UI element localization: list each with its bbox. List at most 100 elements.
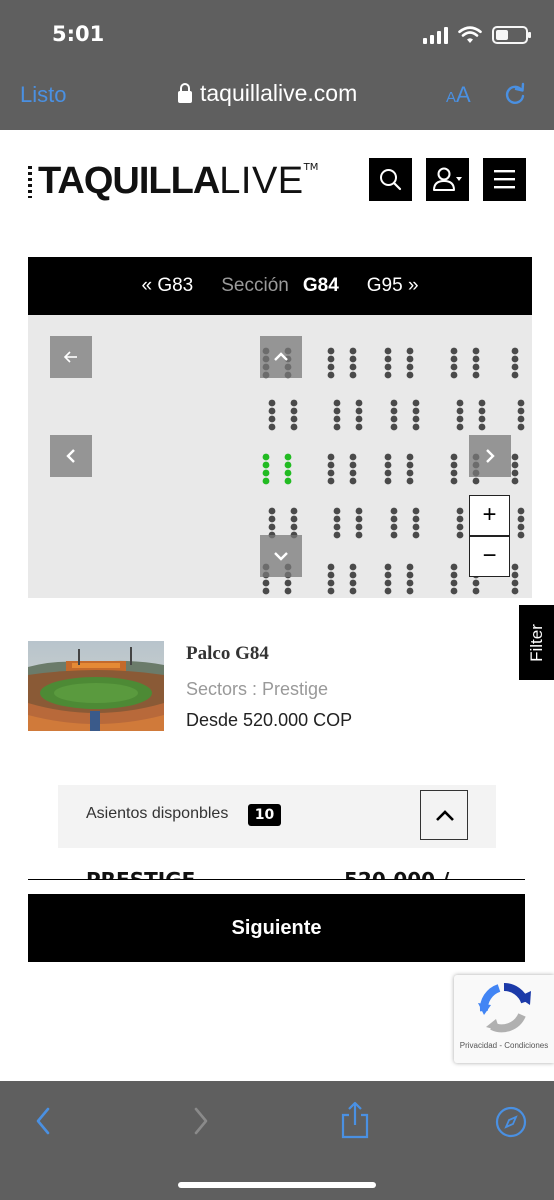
seat-unavailable <box>349 579 357 587</box>
seat-category-row[interactable]: PRESTIGE 520.000 / <box>58 848 496 879</box>
safari-top-bar: 5:01 Listo taquillalive.com AA <box>0 0 554 130</box>
seat-unavailable <box>472 347 480 355</box>
user-icon <box>433 167 462 191</box>
seat-unavailable <box>390 415 398 423</box>
seat-unavailable <box>406 371 414 379</box>
seat-unavailable <box>349 347 357 355</box>
seat-unavailable <box>406 571 414 579</box>
seat-unavailable <box>333 507 341 515</box>
seat-unavailable <box>327 453 335 461</box>
search-button[interactable] <box>369 158 412 201</box>
seat-unavailable <box>412 423 420 431</box>
seat-unavailable <box>517 507 525 515</box>
seat-unavailable <box>290 523 298 531</box>
site-header: TAQUILLALIVE TM <box>0 130 554 230</box>
compass-icon[interactable] <box>494 1105 528 1139</box>
seat-category-name: PRESTIGE <box>86 868 195 879</box>
seat-unavailable <box>517 407 525 415</box>
seat-unavailable <box>412 507 420 515</box>
seat-unavailable <box>355 515 363 523</box>
seat-unavailable <box>450 363 458 371</box>
recaptcha-links[interactable]: Privacidad - Condiciones <box>454 1041 554 1050</box>
seat-map[interactable]: + − <box>28 315 532 598</box>
seat-unavailable <box>349 363 357 371</box>
seat-unavailable <box>327 469 335 477</box>
filter-tab[interactable]: Filter <box>519 605 554 680</box>
seat-unavailable <box>517 423 525 431</box>
url-text: taquillalive.com <box>200 80 358 106</box>
seat-unavailable <box>406 563 414 571</box>
seat-unavailable <box>456 399 464 407</box>
taquillalive-logo[interactable]: TAQUILLALIVE TM <box>28 160 318 203</box>
next-section-link[interactable]: G95 » <box>367 275 419 297</box>
seat-unavailable <box>349 563 357 571</box>
forward-icon[interactable] <box>186 1101 216 1141</box>
seat-unavailable <box>472 477 480 485</box>
done-button[interactable]: Listo <box>20 82 66 108</box>
seat-unavailable <box>355 407 363 415</box>
back-button[interactable] <box>50 336 92 378</box>
zoom-out-button[interactable]: − <box>469 536 510 577</box>
seat-unavailable <box>450 579 458 587</box>
text-size-button[interactable]: AA <box>446 82 471 108</box>
menu-button[interactable] <box>483 158 526 201</box>
seat-unavailable <box>511 469 519 477</box>
seat-unavailable <box>327 363 335 371</box>
next-button[interactable]: Siguiente <box>28 894 525 962</box>
seat-category-price: 520.000 / <box>344 868 449 879</box>
collapse-seats-button[interactable] <box>420 790 468 840</box>
seat-unavailable <box>355 423 363 431</box>
stadium-image <box>28 641 164 731</box>
seat-available[interactable] <box>262 477 270 485</box>
seat-available[interactable] <box>262 469 270 477</box>
seat-unavailable <box>384 571 392 579</box>
seat-unavailable <box>456 507 464 515</box>
seat-unavailable <box>333 531 341 539</box>
back-icon[interactable] <box>28 1101 58 1141</box>
seat-unavailable <box>390 407 398 415</box>
recaptcha-badge[interactable]: Privacidad - Condiciones <box>454 975 554 1063</box>
seat-available[interactable] <box>284 477 292 485</box>
seat-available[interactable] <box>262 461 270 469</box>
account-button[interactable] <box>426 158 469 201</box>
pan-up-button[interactable] <box>260 336 302 378</box>
home-indicator <box>178 1182 376 1188</box>
seat-unavailable <box>355 507 363 515</box>
seat-unavailable <box>517 523 525 531</box>
pan-right-button[interactable] <box>469 435 511 477</box>
seat-unavailable <box>349 477 357 485</box>
seat-unavailable <box>333 515 341 523</box>
box-title: Palco G84 <box>186 643 269 664</box>
pan-left-button[interactable] <box>50 435 92 477</box>
zoom-in-button[interactable]: + <box>469 495 510 536</box>
address-bar[interactable]: taquillalive.com <box>178 80 357 107</box>
reload-icon[interactable] <box>503 82 527 106</box>
seat-unavailable <box>290 515 298 523</box>
seat-unavailable <box>478 423 486 431</box>
seat-unavailable <box>349 453 357 461</box>
lock-icon <box>178 82 192 103</box>
seat-unavailable <box>349 571 357 579</box>
previous-section-link[interactable]: « G83 <box>141 275 193 297</box>
seat-unavailable <box>384 371 392 379</box>
seat-available[interactable] <box>262 453 270 461</box>
seat-available[interactable] <box>284 469 292 477</box>
seat-unavailable <box>384 355 392 363</box>
seat-unavailable <box>268 515 276 523</box>
seat-unavailable <box>472 579 480 587</box>
seat-available[interactable] <box>284 453 292 461</box>
seat-available[interactable] <box>284 461 292 469</box>
seat-unavailable <box>290 415 298 423</box>
seat-unavailable <box>384 469 392 477</box>
seat-unavailable <box>349 587 357 595</box>
pan-down-button[interactable] <box>260 535 302 577</box>
seat-unavailable <box>450 355 458 363</box>
seat-unavailable <box>472 587 480 595</box>
seat-unavailable <box>384 453 392 461</box>
seat-unavailable <box>290 399 298 407</box>
chevron-right-icon <box>486 449 495 463</box>
seat-unavailable <box>384 347 392 355</box>
box-sectors: Sectors : Prestige <box>186 679 329 699</box>
share-icon[interactable] <box>337 1099 373 1141</box>
seat-unavailable <box>450 571 458 579</box>
